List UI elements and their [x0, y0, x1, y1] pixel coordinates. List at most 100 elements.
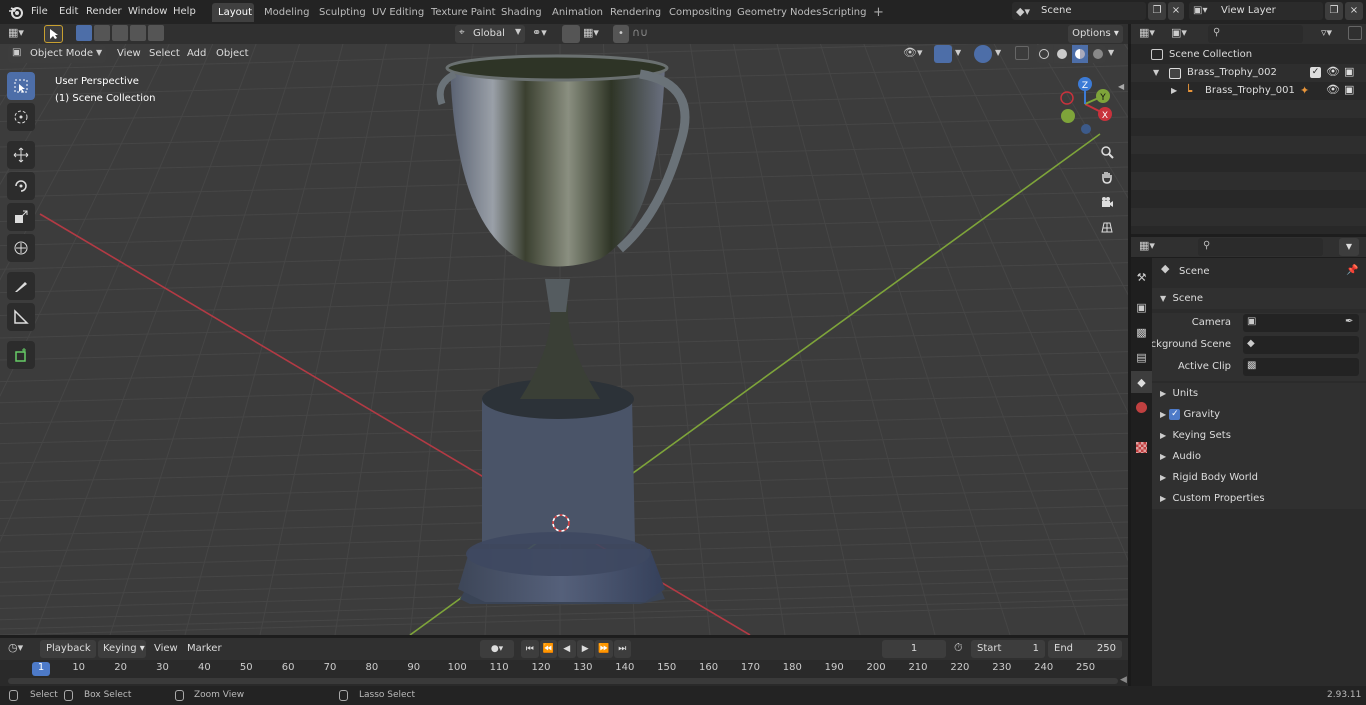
tab-animation[interactable]: Animation — [546, 3, 609, 22]
play-icon[interactable]: ▶ — [576, 640, 594, 658]
view-layer-selector[interactable]: View Layer — [1189, 2, 1323, 20]
timeline-editor-icon[interactable]: ◷▾ — [8, 641, 23, 654]
viewport-menu-object[interactable]: Object — [212, 46, 253, 62]
expand-right-icon[interactable]: ▶ — [1171, 86, 1177, 95]
viewport-menu-add[interactable]: Add — [183, 46, 210, 62]
visibility-icon[interactable]: 👁▾ — [903, 46, 923, 59]
tab-layout[interactable]: Layout — [212, 3, 254, 22]
scene-panel-header[interactable]: ▼ Scene — [1152, 288, 1366, 309]
menu-window[interactable]: Window — [124, 4, 171, 20]
outliner-editor-icon[interactable]: ▦▾ — [1139, 26, 1155, 39]
falloff-icon[interactable]: ∩∪ — [632, 26, 648, 39]
outliner-scene-collection[interactable]: Scene Collection — [1131, 46, 1366, 64]
pan-hand-icon[interactable] — [1096, 166, 1118, 188]
tab-modeling[interactable]: Modeling — [258, 3, 316, 22]
gizmo-toggle-icon[interactable] — [934, 45, 952, 63]
texture-tab-icon[interactable] — [1131, 436, 1152, 458]
camera-icon[interactable]: ▣ — [1344, 83, 1354, 96]
editor-type-icon[interactable]: ▦▾ — [8, 26, 38, 42]
custom-properties-panel-header[interactable]: ▶ Custom Properties — [1152, 488, 1366, 509]
menu-help[interactable]: Help — [169, 4, 200, 20]
editor-divider[interactable] — [1128, 44, 1131, 686]
world-tab-icon[interactable] — [1131, 396, 1152, 418]
current-frame-field[interactable]: 1 — [882, 640, 946, 658]
keying-sets-panel-header[interactable]: ▶ Keying Sets — [1152, 425, 1366, 446]
gravity-checkbox[interactable]: ✓ — [1169, 408, 1181, 420]
checkbox-icon[interactable]: ✓ — [1310, 67, 1321, 78]
play-reverse-icon[interactable]: ◀ — [558, 640, 576, 658]
intersect-selection-icon[interactable] — [148, 25, 164, 41]
timeline-menu-marker[interactable]: Marker — [183, 641, 226, 657]
camera-icon[interactable]: ▣ — [1344, 65, 1354, 78]
timeline-menu-view[interactable]: View — [150, 641, 182, 657]
expand-left-icon[interactable]: ◀ — [1120, 675, 1127, 685]
measure-tool-icon[interactable] — [7, 303, 35, 331]
display-mode-icon[interactable]: ▣▾ — [1171, 26, 1187, 39]
tab-geometry-nodes[interactable]: Geometry Nodes — [731, 3, 827, 22]
delete-view-layer-icon[interactable]: × — [1345, 2, 1363, 20]
rigid-body-world-panel-header[interactable]: ▶ Rigid Body World — [1152, 467, 1366, 488]
tab-texture-paint[interactable]: Texture Paint — [425, 3, 502, 22]
background-scene-field[interactable] — [1243, 336, 1359, 354]
scene-selector[interactable]: Scene — [1012, 2, 1146, 20]
keying-menu[interactable]: Keying ▾ — [98, 640, 146, 658]
properties-editor-icon[interactable]: ▦▾ — [1139, 239, 1155, 252]
tab-rendering[interactable]: Rendering — [604, 3, 667, 22]
start-frame-field[interactable]: Start 1 — [971, 640, 1045, 658]
overlays-toggle-icon[interactable] — [974, 45, 992, 63]
camera-view-icon[interactable] — [1096, 191, 1118, 213]
stopwatch-icon[interactable]: ⏱ — [954, 641, 963, 655]
new-collection-icon[interactable] — [1348, 26, 1362, 40]
solid-shading-icon[interactable] — [1053, 45, 1071, 63]
select-tool-icon[interactable] — [44, 25, 63, 43]
camera-field[interactable] — [1243, 314, 1359, 332]
tool-tab-icon[interactable]: ⚒ — [1131, 266, 1152, 288]
tab-compositing[interactable]: Compositing — [663, 3, 738, 22]
active-clip-field[interactable] — [1243, 358, 1359, 376]
new-scene-button[interactable]: ❐ — [1148, 2, 1166, 20]
output-tab-icon[interactable]: ▩ — [1131, 321, 1152, 343]
move-tool-icon[interactable] — [7, 141, 35, 169]
playback-menu[interactable]: Playback ▾ — [40, 640, 96, 672]
viewport-menu-view[interactable]: View — [113, 46, 145, 62]
expand-down-icon[interactable]: ▼ — [1153, 68, 1159, 77]
menu-edit[interactable]: Edit — [55, 4, 82, 20]
snap-toggle-icon[interactable] — [562, 25, 580, 43]
trophy-model[interactable] — [436, 54, 690, 604]
options-dropdown[interactable]: Options ▾ — [1068, 25, 1123, 43]
units-panel-header[interactable]: ▶ Units — [1152, 383, 1366, 404]
end-frame-field[interactable]: End 250 — [1048, 640, 1122, 658]
eye-icon[interactable]: 👁 — [1326, 83, 1340, 96]
pin-icon[interactable]: 📌 — [1346, 265, 1358, 276]
auto-keying-icon[interactable]: ●▾ — [480, 640, 514, 658]
proportional-edit-icon[interactable]: • — [613, 25, 629, 43]
menu-render[interactable]: Render — [82, 4, 126, 20]
extend-selection-icon[interactable] — [94, 25, 110, 41]
select-box-tool-icon[interactable] — [7, 72, 35, 100]
rendered-shading-icon[interactable] — [1089, 45, 1106, 63]
cursor-tool-icon[interactable] — [7, 103, 35, 131]
render-tab-icon[interactable]: ▣ — [1131, 296, 1152, 318]
scene-tab-icon[interactable]: ◆ — [1131, 371, 1152, 393]
object-mode-dropdown[interactable]: Object Mode — [8, 45, 106, 63]
snap-target-icon[interactable]: ▦▾ — [583, 26, 599, 39]
jump-end-icon[interactable]: ⏭ — [613, 640, 631, 658]
set-selection-icon[interactable] — [76, 25, 92, 41]
view-layer-tab-icon[interactable]: ▤ — [1131, 346, 1152, 368]
perspective-toggle-icon[interactable] — [1096, 216, 1118, 238]
blender-logo-icon[interactable] — [8, 4, 24, 20]
xray-toggle-icon[interactable] — [1015, 46, 1029, 60]
menu-file[interactable]: File — [27, 4, 52, 20]
add-workspace-button[interactable]: + — [867, 3, 890, 22]
scale-tool-icon[interactable] — [7, 203, 35, 231]
audio-panel-header[interactable]: ▶ Audio — [1152, 446, 1366, 467]
prev-keyframe-icon[interactable]: ⏪ — [539, 640, 557, 658]
viewport-menu-select[interactable]: Select — [145, 46, 184, 62]
tab-scripting[interactable]: Scripting — [816, 3, 872, 22]
jump-start-icon[interactable]: ⏮ — [521, 640, 539, 658]
subtract-selection-icon[interactable] — [112, 25, 128, 41]
eyedropper-icon[interactable]: ✒ — [1345, 316, 1353, 327]
new-view-layer-button[interactable]: ❐ — [1325, 2, 1343, 20]
transform-tool-icon[interactable] — [7, 234, 35, 262]
annotate-tool-icon[interactable] — [7, 272, 35, 300]
